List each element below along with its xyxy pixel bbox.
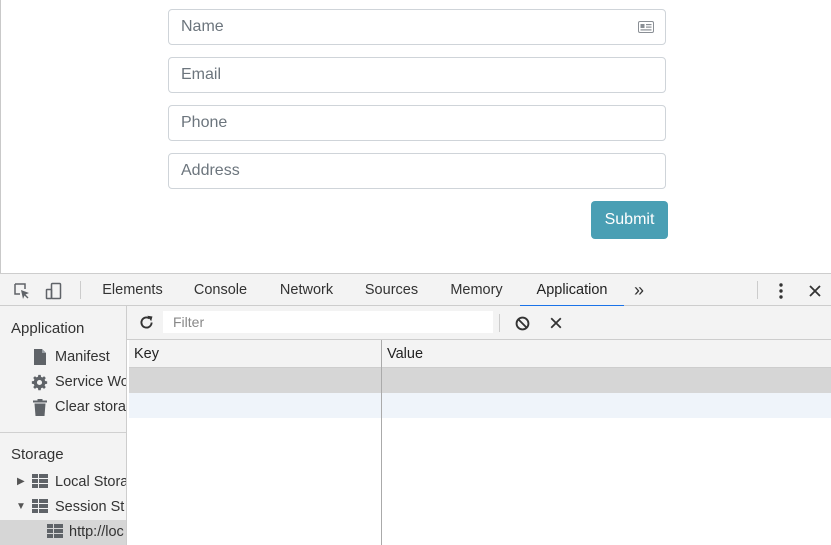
grid-icon — [32, 499, 48, 513]
phone-input[interactable] — [169, 106, 665, 140]
more-tabs-button[interactable]: » — [634, 280, 644, 301]
sidebar-item-label: Session St — [55, 499, 125, 515]
address-field[interactable] — [168, 153, 666, 189]
name-input[interactable] — [169, 10, 665, 44]
web-page: Submit — [0, 0, 831, 273]
toolbar-divider — [80, 281, 81, 299]
phone-field[interactable] — [168, 105, 666, 141]
column-header-key[interactable]: Key — [129, 340, 381, 368]
inspect-element-icon[interactable] — [12, 281, 32, 301]
tab-application[interactable]: Application — [520, 274, 624, 307]
devtools-panel: Elements Console Network Sources Memory … — [0, 273, 831, 545]
page-border — [0, 0, 1, 273]
sidebar-item-clear-storage[interactable]: Clear stora — [0, 395, 126, 419]
column-header-value[interactable]: Value — [382, 340, 831, 368]
device-toolbar-icon[interactable] — [44, 281, 64, 301]
trash-icon — [33, 399, 47, 416]
name-field[interactable] — [168, 9, 666, 45]
storage-section-title: Storage — [11, 446, 64, 463]
grid-icon — [32, 474, 48, 488]
application-section-title: Application — [11, 320, 85, 337]
sidebar-item-label: Clear stora — [55, 399, 126, 415]
email-field[interactable] — [168, 57, 666, 93]
gear-icon — [31, 374, 48, 391]
submit-button[interactable]: Submit — [591, 201, 668, 239]
sidebar-item-label: Manifest — [55, 349, 110, 365]
table-row[interactable] — [129, 393, 831, 418]
tab-elements[interactable]: Elements — [91, 274, 174, 306]
grid-icon — [47, 524, 63, 538]
devtools-tabbar: Elements Console Network Sources Memory … — [0, 273, 831, 307]
table-row[interactable] — [129, 368, 831, 393]
sidebar-item-local-storage[interactable]: ▶ Local Stora — [0, 470, 127, 494]
sidebar-item-label: Local Stora — [55, 474, 127, 490]
close-devtools-icon[interactable] — [805, 281, 825, 301]
more-options-icon[interactable] — [771, 281, 791, 301]
delete-selected-icon[interactable] — [548, 315, 564, 331]
sidebar-divider — [0, 432, 126, 433]
sidebar-item-manifest[interactable]: Manifest — [0, 345, 126, 369]
tab-sources[interactable]: Sources — [353, 274, 430, 306]
application-sidebar: Application Manifest Service Wo Clear st… — [0, 306, 127, 545]
filter-input[interactable] — [163, 311, 493, 333]
storage-toolbar — [127, 306, 831, 340]
column-divider[interactable] — [381, 340, 382, 545]
toolbar-divider — [757, 281, 758, 299]
email-input[interactable] — [169, 58, 665, 92]
sidebar-item-service-workers[interactable]: Service Wo — [0, 370, 127, 394]
sidebar-item-label: Service Wo — [55, 374, 127, 390]
contact-card-icon[interactable] — [638, 21, 654, 33]
collapse-triangle-icon[interactable]: ▼ — [16, 495, 26, 519]
refresh-icon[interactable] — [138, 314, 155, 331]
sidebar-item-session-storage[interactable]: ▼ Session St — [0, 495, 126, 519]
clear-all-icon[interactable] — [514, 315, 531, 332]
storage-data-grid: Key Value — [129, 340, 831, 545]
sidebar-item-label: http://loc — [69, 524, 124, 540]
expand-triangle-icon[interactable]: ▶ — [17, 470, 25, 494]
toolbar-divider — [499, 314, 500, 332]
document-icon — [34, 349, 46, 365]
tab-console[interactable]: Console — [182, 274, 259, 306]
tab-memory[interactable]: Memory — [438, 274, 515, 306]
tab-network[interactable]: Network — [267, 274, 346, 306]
address-input[interactable] — [169, 154, 665, 188]
sidebar-item-session-origin[interactable]: http://loc — [0, 520, 126, 545]
